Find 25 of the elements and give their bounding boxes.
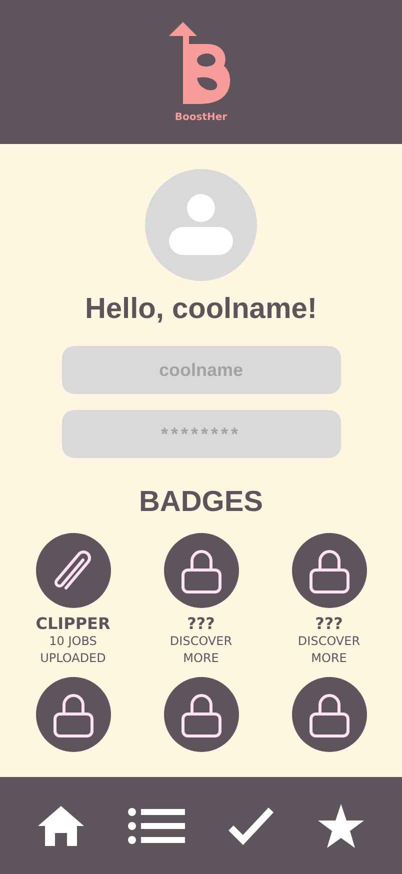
avatar-icon: [145, 169, 257, 281]
lock-badge-icon: [292, 677, 366, 752]
home-nav-button[interactable]: [38, 806, 84, 846]
badge-title: ???: [315, 614, 343, 633]
check-nav-button[interactable]: [228, 806, 274, 844]
badges-heading: BADGES: [138, 486, 264, 519]
badge-description: 10 JOBS UPLOADED: [39, 633, 107, 667]
lock-badge-icon: [164, 533, 238, 608]
star-icon: [318, 804, 364, 848]
list-icon: [128, 808, 185, 844]
greeting: Hello, coolname!: [84, 293, 318, 326]
badge-title: ???: [187, 614, 215, 633]
badge-title: CLIPPER: [36, 614, 110, 633]
badge-description: DISCOVER MORE: [168, 633, 234, 667]
badge-description: DISCOVER MORE: [296, 633, 362, 667]
logo-text: BoostHer: [174, 112, 228, 122]
paperclip-badge-icon: [36, 533, 110, 608]
lock-badge-icon: [292, 533, 366, 608]
lock-badge-icon: [164, 677, 238, 752]
star-nav-button[interactable]: [318, 804, 364, 848]
password-field[interactable]: ********: [62, 410, 340, 458]
home-icon: [38, 806, 84, 846]
lock-badge-icon: [36, 677, 110, 752]
check-icon: [228, 806, 274, 844]
list-nav-button[interactable]: [128, 808, 185, 844]
